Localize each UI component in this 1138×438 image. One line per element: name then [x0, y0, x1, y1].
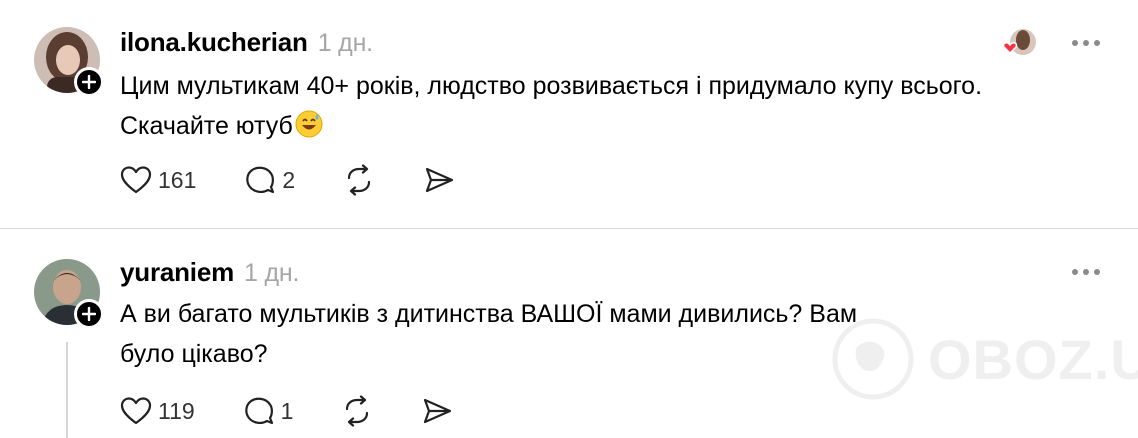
watermark: OBOZ.UA [832, 318, 1138, 400]
heart-icon [120, 397, 152, 425]
share-button[interactable] [423, 164, 455, 196]
reply-count: 2 [282, 166, 296, 193]
repost-button[interactable] [343, 164, 375, 196]
send-icon [426, 167, 454, 193]
action-bar: 119 1 [120, 395, 501, 427]
username-text[interactable]: yuraniem [120, 257, 234, 287]
like-count: 119 [158, 397, 195, 424]
timestamp: 1 дн. [317, 29, 373, 57]
like-count: 161 [158, 166, 197, 193]
author-liked-indicator [1002, 28, 1036, 60]
comment-text-line: Цим мультикам 40+ років, людство розвива… [120, 72, 983, 100]
repost-button[interactable] [341, 395, 373, 427]
comment-text: Цим мультикам 40+ років, людство розвива… [120, 66, 1100, 150]
repost-icon [346, 395, 369, 427]
watermark-text: OBOZ.UA [928, 327, 1138, 391]
reply-button[interactable]: 2 [244, 164, 295, 196]
grinning-sweat-emoji-icon [295, 110, 323, 150]
more-options-icon[interactable] [1072, 40, 1100, 46]
repost-icon [348, 164, 371, 196]
heart-icon [120, 166, 152, 194]
more-options-icon[interactable] [1072, 269, 1100, 275]
send-icon [424, 398, 452, 424]
avatar-wrap[interactable] [34, 27, 104, 97]
globe-logo-icon [832, 318, 914, 400]
like-button[interactable]: 119 [120, 396, 195, 426]
action-bar: 161 2 [120, 164, 503, 196]
follow-plus-icon[interactable] [74, 67, 104, 97]
timestamp: 1 дн. [244, 259, 300, 287]
reply-button[interactable]: 1 [243, 395, 294, 427]
comment-post-1: ilona.kucherian 1 дн. Цим мультикам 40+ р… [0, 0, 1138, 228]
username-text[interactable]: ilona.kucherian [120, 27, 308, 57]
thread-line [66, 342, 68, 438]
follow-plus-icon[interactable] [74, 299, 104, 329]
share-button[interactable] [421, 395, 453, 427]
comment-bubble-icon [244, 397, 273, 425]
username[interactable]: yuraniem 1 дн. [120, 257, 299, 288]
avatar-wrap[interactable] [34, 259, 104, 329]
comment-text-line: Скачайте ютуб [120, 106, 1100, 150]
username[interactable]: ilona.kucherian 1 дн. [120, 27, 373, 58]
comment-bubble-icon [246, 166, 275, 194]
reply-count: 1 [280, 397, 294, 424]
like-button[interactable]: 161 [120, 165, 196, 195]
